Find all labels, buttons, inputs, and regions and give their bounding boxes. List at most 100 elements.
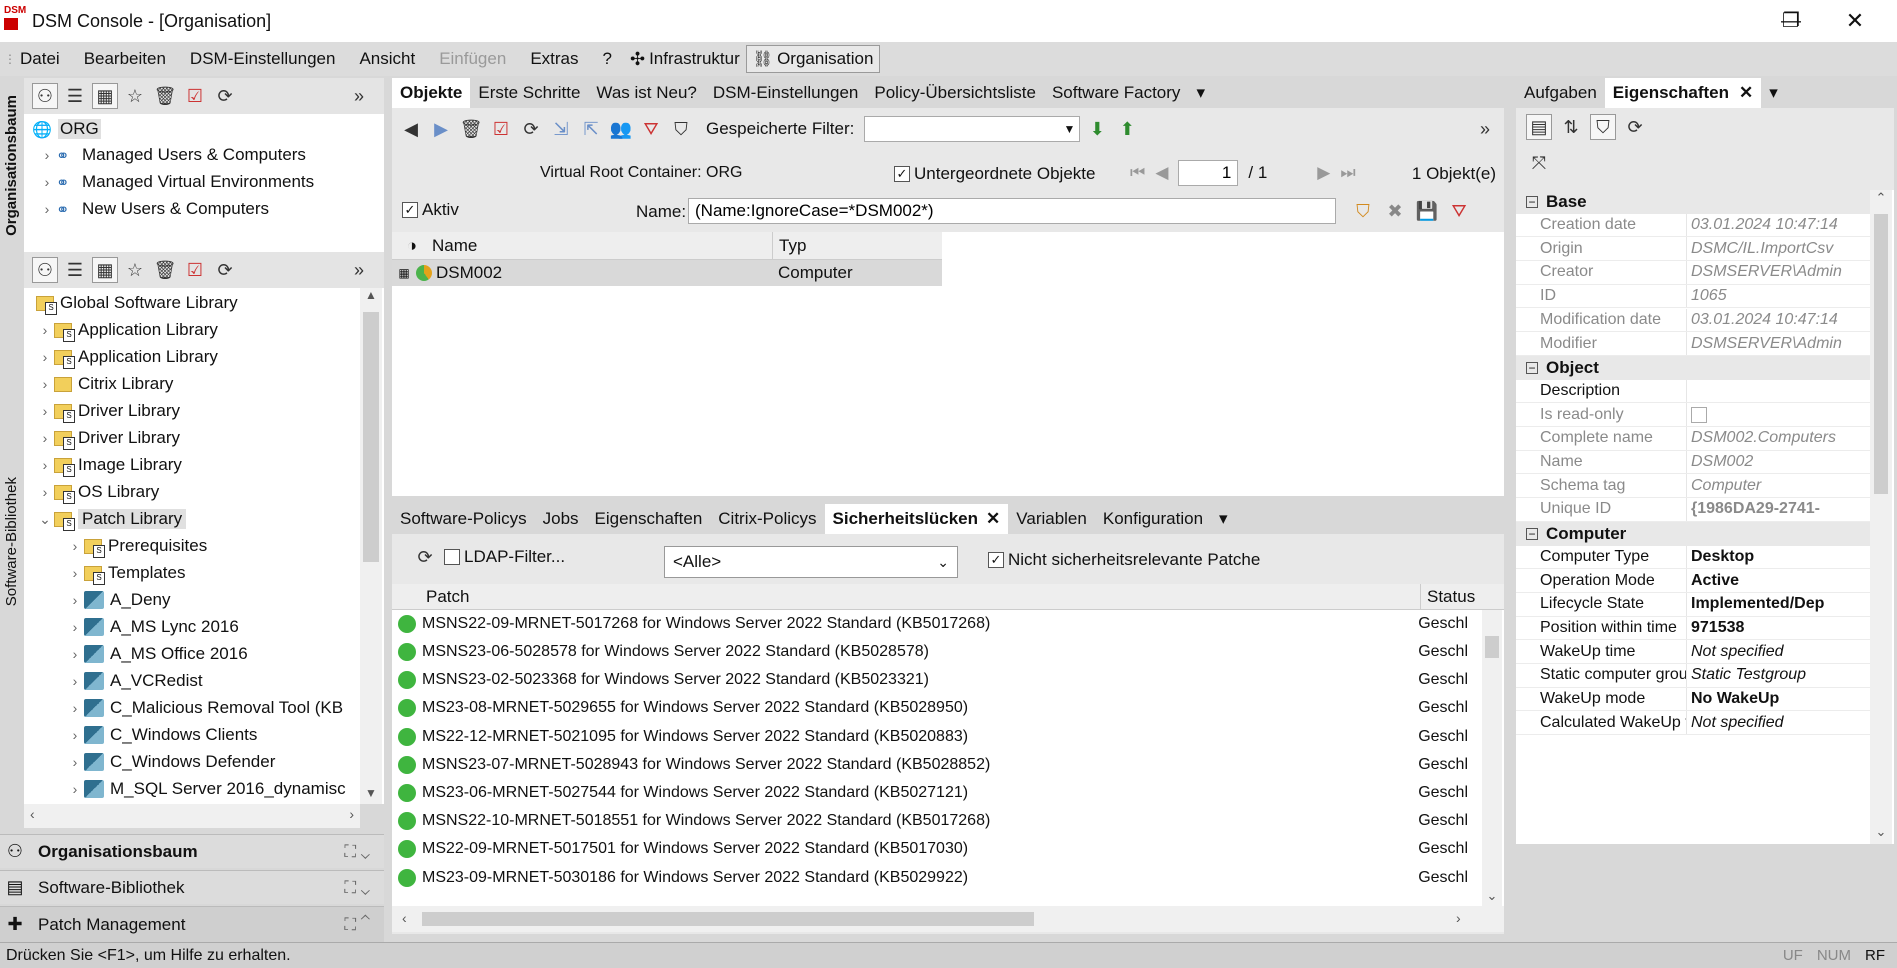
menu-extras[interactable]: Extras	[518, 42, 590, 76]
scroll-up-icon[interactable]: ▲	[360, 288, 382, 302]
menu-datei[interactable]: Datei	[8, 42, 72, 76]
close-tab-icon[interactable]: ✕	[1739, 83, 1753, 103]
clear-filter-icon[interactable]: ⛛	[638, 116, 664, 142]
delete-icon[interactable]: 🗑	[458, 116, 484, 142]
tree-view-icon[interactable]: ⚇	[32, 83, 58, 109]
remove-filter-icon[interactable]: ⛛	[1446, 198, 1472, 224]
scroll-thumb[interactable]	[1485, 636, 1499, 658]
tabs-overflow-icon[interactable]: ▾	[1188, 78, 1213, 108]
filter-icon[interactable]: ⛉	[1590, 114, 1616, 140]
prop-category-base[interactable]: − Base	[1516, 190, 1886, 214]
menu-help[interactable]: ?	[591, 42, 624, 76]
chevron-right-icon[interactable]: ›	[38, 201, 56, 217]
chevron-right-icon[interactable]: ›	[38, 174, 56, 190]
prop-row[interactable]: Description	[1516, 379, 1886, 404]
tab-variablen[interactable]: Variablen	[1008, 504, 1095, 534]
refresh-icon[interactable]: ⟳	[1622, 114, 1648, 140]
scroll-right-icon[interactable]: ›	[349, 806, 354, 822]
collapse-icon[interactable]: −	[1526, 527, 1538, 540]
menu-bearbeiten[interactable]: Bearbeiten	[72, 42, 178, 76]
sw-item[interactable]: › Application Library	[36, 344, 218, 370]
tab-erste-schritte[interactable]: Erste Schritte	[470, 78, 588, 108]
chevron-right-icon[interactable]: ›	[36, 484, 54, 500]
prop-row[interactable]: Schema tag Computer	[1516, 474, 1886, 499]
refresh-icon[interactable]: ⟳	[518, 116, 544, 142]
sw-item-patch-library[interactable]: ⌄ Patch Library	[36, 506, 187, 532]
tab-jobs[interactable]: Jobs	[535, 504, 587, 534]
more-icon[interactable]: »	[1472, 116, 1498, 142]
chevron-right-icon[interactable]: ›	[66, 754, 84, 770]
sw-root[interactable]: Global Software Library	[36, 290, 238, 316]
prop-row[interactable]: Operation Mode Active	[1516, 569, 1886, 593]
tab-sicherheitsluecken[interactable]: Sicherheitslücken ✕	[824, 504, 1009, 534]
refresh-icon[interactable]: ⟳	[412, 544, 438, 570]
sw-tree-scrollbar[interactable]: ▲ ▼	[360, 288, 382, 804]
sw-child[interactable]: › C_Malicious Removal Tool (KB	[66, 695, 343, 721]
prop-row[interactable]: Unique ID {1986DA29-2741-	[1516, 498, 1886, 522]
org-item-virtual-env[interactable]: › ⚭ Managed Virtual Environments	[38, 169, 315, 195]
col-patch[interactable]: Patch	[392, 587, 1420, 607]
prop-row[interactable]: Calculated WakeUp t Not specified	[1516, 711, 1886, 736]
details-view-icon[interactable]: ▦	[92, 257, 118, 283]
chevron-right-icon[interactable]: ›	[66, 646, 84, 662]
infrastruktur-button[interactable]: ✣ Infrastruktur	[624, 45, 746, 73]
page-input[interactable]	[1178, 160, 1239, 186]
prop-row[interactable]: Computer Type Desktop	[1516, 545, 1886, 570]
patch-hscrollbar[interactable]: ‹ ›	[392, 906, 1504, 932]
sw-child[interactable]: › A_VCRedist	[66, 668, 203, 694]
last-page-icon[interactable]: ⏭	[1340, 163, 1355, 183]
details-view-icon[interactable]: ▦	[92, 83, 118, 109]
scroll-thumb[interactable]	[363, 312, 379, 562]
sw-child[interactable]: › M_SQL Server 2016_dynamisc	[66, 776, 346, 802]
expand-icon[interactable]: ⛶ ⌄	[344, 878, 370, 898]
prop-category-computer[interactable]: − Computer	[1516, 521, 1886, 546]
scroll-left-icon[interactable]: ‹	[30, 806, 35, 822]
delete-icon[interactable]: 🗑	[152, 257, 178, 283]
list-view-icon[interactable]: ☰	[62, 257, 88, 283]
refresh-icon[interactable]: ⟳	[212, 83, 238, 109]
move-icon[interactable]: ⇲	[548, 116, 574, 142]
chevron-right-icon[interactable]: ›	[66, 565, 84, 581]
table-row[interactable]: MS22-12-MRNET-5021095 for Windows Server…	[398, 725, 1468, 749]
favorite-icon[interactable]: ☆	[122, 257, 148, 283]
patch-scrollbar[interactable]: ⌄	[1482, 610, 1502, 906]
prop-row[interactable]: Static computer grou Static Testgroup	[1516, 664, 1886, 688]
back-icon[interactable]: ◀	[398, 116, 424, 142]
nav-org[interactable]: ⚇ Organisationsbaum ⛶ ⌄	[0, 834, 384, 868]
table-row[interactable]: MSNS23-02-5023368 for Windows Server 202…	[398, 668, 1468, 692]
scroll-up-icon[interactable]: ⌃	[1870, 190, 1892, 206]
prop-row[interactable]: WakeUp time Not specified	[1516, 640, 1886, 664]
menu-einfuegen[interactable]: Einfügen	[427, 42, 518, 76]
more-icon[interactable]: »	[346, 83, 372, 109]
sw-child[interactable]: › A_MS Office 2016	[66, 641, 248, 667]
org-item-new-users[interactable]: › ⚭ New Users & Computers	[38, 196, 269, 222]
prop-row[interactable]: Creator DSMSERVER\Admin	[1516, 261, 1886, 285]
nav-patch[interactable]: ✚ Patch Management ⛶ ⌃	[0, 906, 384, 942]
first-page-icon[interactable]: ⏮	[1130, 163, 1145, 183]
scroll-thumb[interactable]	[422, 912, 1034, 926]
prop-row[interactable]: Lifecycle State Implemented/Dep	[1516, 592, 1886, 617]
table-row[interactable]: MSNS22-09-MRNET-5017268 for Windows Serv…	[398, 612, 1468, 636]
refresh-icon[interactable]: ⟳	[212, 257, 238, 283]
scroll-thumb[interactable]	[1874, 214, 1888, 494]
name-filter-input[interactable]	[688, 198, 1336, 224]
prop-row[interactable]: Modification date 03.01.2024 10:47:14	[1516, 308, 1886, 333]
side-tab-org[interactable]: Organisationsbaum	[0, 76, 22, 254]
expand-icon[interactable]: ⛶ ⌄	[344, 842, 370, 862]
list-view-icon[interactable]: ☰	[62, 83, 88, 109]
tree-view-icon[interactable]: ⚇	[32, 257, 58, 283]
patch-category-select[interactable]: <Alle> ⌄	[664, 546, 958, 578]
scroll-down-icon[interactable]: ⌄	[1482, 888, 1502, 904]
expand-icon[interactable]: ⛶ ⌃	[344, 915, 370, 935]
chevron-right-icon[interactable]: ›	[36, 457, 54, 473]
chevron-right-icon[interactable]: ›	[66, 700, 84, 716]
organisation-button[interactable]: ⛓ Organisation	[745, 45, 881, 73]
chevron-right-icon[interactable]: ›	[66, 673, 84, 689]
scroll-down-icon[interactable]: ▼	[360, 786, 382, 800]
scroll-down-icon[interactable]: ⌄	[1870, 824, 1892, 840]
sw-child[interactable]: › A_MS Lync 2016	[66, 614, 239, 640]
nav-sw[interactable]: ▤ Software-Bibliothek ⛶ ⌄	[0, 870, 384, 904]
download-filter-icon[interactable]: ⬇	[1084, 116, 1110, 142]
scroll-left-icon[interactable]: ‹	[402, 910, 407, 926]
tab-policy-uebersicht[interactable]: Policy-Übersichtsliste	[866, 78, 1044, 108]
